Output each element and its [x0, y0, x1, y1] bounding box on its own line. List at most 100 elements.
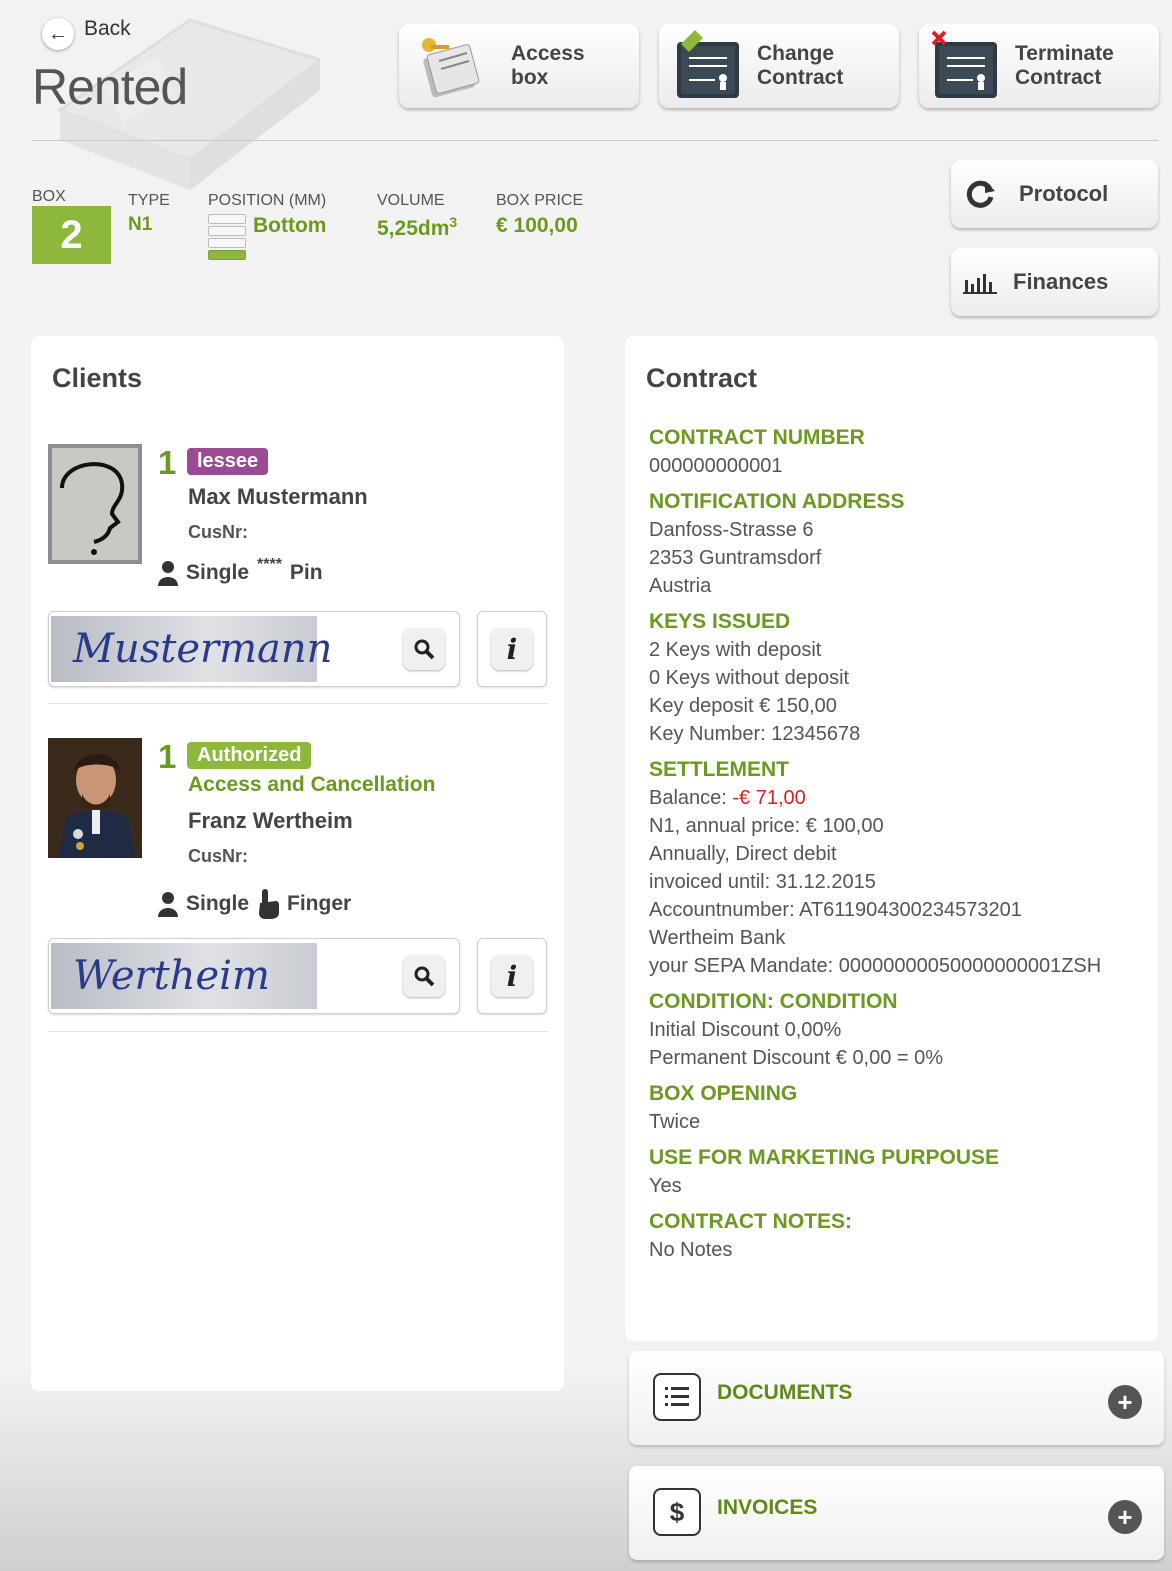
client-access-info: Single Finger	[158, 889, 351, 919]
section-line: your SEPA Mandate: 00000000050000000001Z…	[649, 955, 1102, 977]
client-card-1: 1 lessee Max Mustermann CusNr: Single **…	[48, 444, 548, 694]
auth-method: Finger	[287, 892, 352, 915]
protocol-button[interactable]: Protocol	[951, 160, 1158, 228]
section-line: Wertheim Bank	[649, 927, 786, 949]
info-icon: i	[491, 628, 533, 670]
client-cusnr: CusNr:	[188, 846, 249, 866]
change-contract-button[interactable]: Change Contract	[659, 24, 899, 108]
back-button[interactable]: ← Back	[42, 17, 131, 50]
balance-label: Balance:	[649, 787, 733, 809]
section-line: Key deposit € 150,00	[649, 695, 837, 717]
finances-label: Finances	[1013, 269, 1109, 294]
magnifier-icon	[414, 639, 435, 660]
authorization-scope: Access and Cancellation	[188, 773, 436, 796]
notification-address-section: NOTIFICATION ADDRESS Danfoss-Strasse 6 2…	[649, 490, 1149, 600]
magnifier-icon	[414, 966, 435, 987]
access-type: Single	[186, 892, 250, 915]
section-line: Permanent Discount € 0,00 = 0%	[649, 1047, 944, 1069]
section-line: 2 Keys with deposit	[649, 639, 822, 661]
volume-unit-exponent: 3	[449, 214, 458, 230]
condition-section: CONDITION: CONDITION Initial Discount 0,…	[649, 990, 1149, 1072]
section-heading: USE FOR MARKETING PURPOUSE	[649, 1146, 1000, 1169]
client-access-info: Single **** Pin	[158, 556, 323, 586]
type-info: TYPE N1	[128, 192, 170, 236]
plus-icon: +	[1108, 1385, 1142, 1419]
documents-accordion[interactable]: DOCUMENTS +	[629, 1351, 1164, 1445]
signature-image: Mustermann	[51, 616, 332, 682]
invoice-dollar-icon: $	[653, 1488, 701, 1536]
contract-notes-section: CONTRACT NOTES: No Notes	[649, 1210, 1149, 1264]
section-line: invoiced until: 31.12.2015	[649, 871, 876, 893]
type-value: N1	[128, 214, 153, 235]
client-info-button[interactable]: i	[477, 938, 547, 1014]
section-line: 0 Keys without deposit	[649, 667, 850, 689]
section-line: Accountnumber: AT611904300234573201	[649, 899, 1022, 921]
terminate-contract-label: Terminate Contract	[1015, 42, 1114, 89]
zoom-signature-button[interactable]	[403, 955, 445, 997]
position-slot-top	[208, 214, 246, 224]
access-box-button[interactable]: Access box	[399, 24, 639, 108]
authorized-badge: Authorized	[187, 742, 312, 769]
section-line: Austria	[649, 575, 712, 597]
contract-edit-icon	[677, 30, 739, 98]
section-heading: NOTIFICATION ADDRESS	[649, 490, 905, 513]
header-divider	[32, 140, 1158, 141]
auth-method: Pin	[289, 561, 323, 584]
section-heading: SETTLEMENT	[649, 758, 789, 781]
position-slot-3	[208, 238, 246, 248]
client-info-button[interactable]: i	[477, 611, 547, 687]
box-info: BOX	[32, 188, 66, 206]
price-info: BOX PRICE € 100,00	[496, 192, 583, 238]
section-heading: KEYS ISSUED	[649, 610, 791, 633]
contract-title: Contract	[646, 363, 758, 393]
type-label: TYPE	[128, 192, 170, 209]
finances-button[interactable]: Finances	[951, 248, 1158, 316]
volume-number: 5,25dm	[377, 217, 450, 240]
keys-notebook-icon	[422, 38, 480, 98]
list-document-icon	[653, 1373, 701, 1421]
contract-number-section: CONTRACT NUMBER 000000000001	[649, 426, 1149, 480]
balance-value: -€ 71,00	[732, 787, 806, 809]
section-heading: CONTRACT NOTES:	[649, 1210, 852, 1233]
client-number: 1	[158, 738, 177, 775]
pin-stars-icon: ****	[257, 556, 282, 573]
keys-issued-section: KEYS ISSUED 2 Keys with deposit 0 Keys w…	[649, 610, 1149, 748]
terminate-contract-button[interactable]: Terminate Contract	[919, 24, 1159, 108]
position-slot-bottom	[208, 250, 246, 260]
box-opening-section: BOX OPENING Twice	[649, 1082, 1149, 1136]
plus-icon: +	[1108, 1500, 1142, 1534]
box-number: 2	[32, 206, 111, 264]
position-indicator	[208, 214, 246, 262]
volume-label: VOLUME	[377, 192, 445, 209]
back-label: Back	[84, 17, 131, 40]
contract-details: CONTRACT NUMBER 000000000001 NOTIFICATIO…	[649, 426, 1149, 1274]
section-line: Initial Discount 0,00%	[649, 1019, 842, 1041]
settlement-section: SETTLEMENT Balance: -€ 71,00 N1, annual …	[649, 758, 1149, 980]
client-cusnr: CusNr:	[188, 522, 249, 542]
position-slot-2	[208, 226, 246, 236]
client-name: Franz Wertheim	[188, 808, 353, 833]
section-heading: BOX OPENING	[649, 1082, 798, 1105]
invoices-accordion[interactable]: $ INVOICES +	[629, 1466, 1164, 1560]
position-value: Bottom	[253, 214, 327, 237]
refresh-icon	[966, 180, 995, 208]
person-icon	[158, 561, 178, 586]
signature-image: Wertheim	[51, 943, 317, 1009]
volume-value: 5,25dm3	[377, 214, 457, 241]
invoices-label: INVOICES	[717, 1496, 818, 1519]
client-portrait-photo	[48, 738, 142, 858]
change-contract-label: Change Contract	[757, 42, 844, 89]
client-card-2: 1 Authorized Access and Cancellation Fra…	[48, 738, 548, 1018]
lessee-badge: lessee	[187, 448, 269, 475]
section-line: Annually, Direct debit	[649, 843, 837, 865]
client-name: Max Mustermann	[188, 484, 368, 509]
signature-field: Mustermann	[48, 611, 460, 687]
box-label: BOX	[32, 188, 66, 205]
volume-info: VOLUME 5,25dm3	[377, 192, 457, 241]
zoom-signature-button[interactable]	[403, 628, 445, 670]
info-icon: i	[491, 955, 533, 997]
contract-terminate-icon	[931, 30, 997, 98]
balance-line: Balance: -€ 71,00	[649, 784, 1149, 812]
section-line: Twice	[649, 1111, 701, 1133]
section-line: Danfoss-Strasse 6	[649, 519, 814, 541]
